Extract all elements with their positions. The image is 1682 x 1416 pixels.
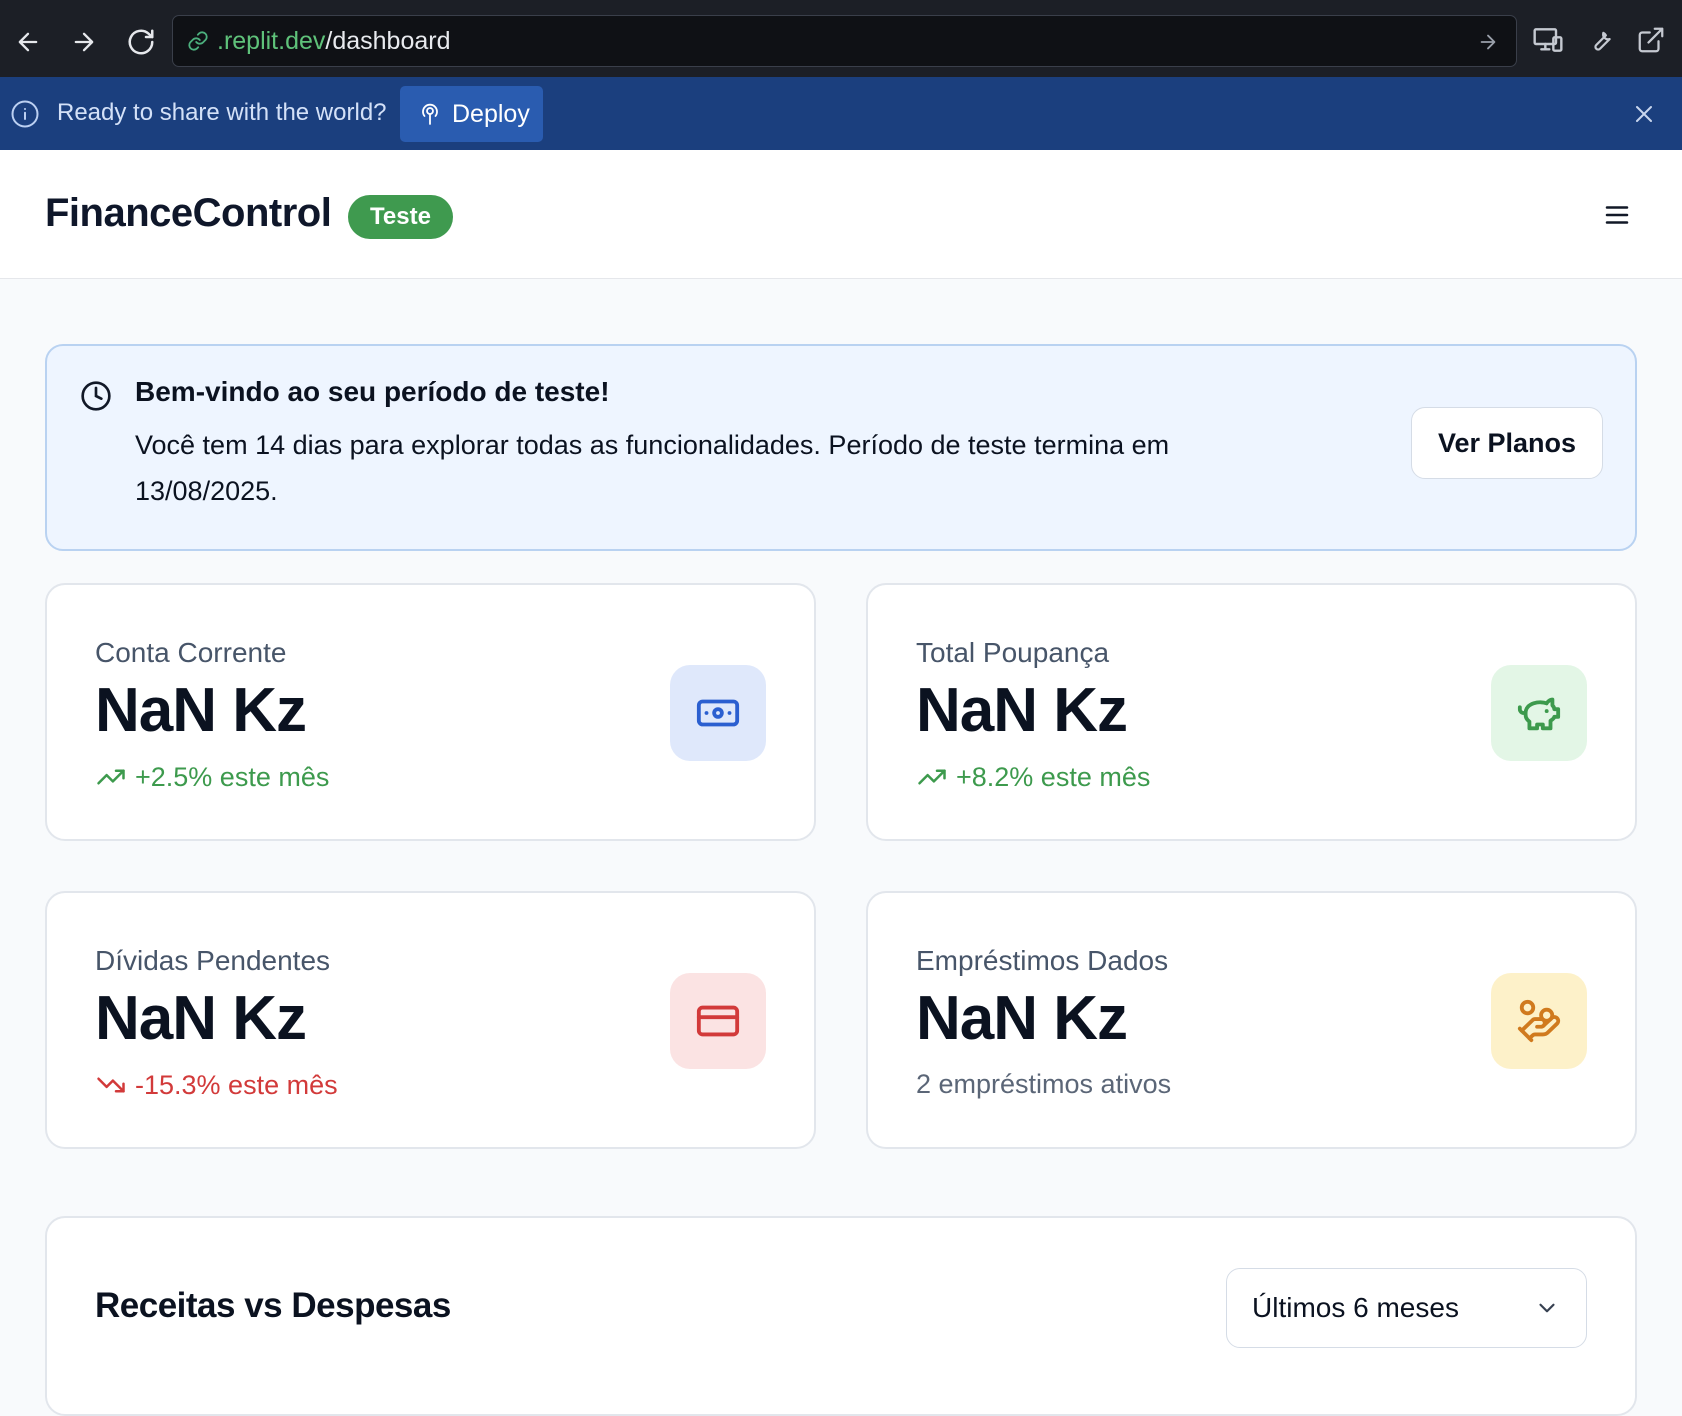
stat-label: Conta Corrente <box>95 637 287 668</box>
stat-trend: 2 empréstimos ativos <box>916 1069 1171 1100</box>
view-plans-button[interactable]: Ver Planos <box>1411 407 1603 479</box>
stat-trend: -15.3% este mês <box>95 1069 338 1101</box>
stat-trend-text: -15.3% este mês <box>135 1069 338 1100</box>
stat-value: NaN Kz <box>916 984 1128 1053</box>
external-link-icon <box>1638 27 1664 53</box>
menu-button[interactable] <box>1597 195 1637 235</box>
stat-card-checking: Conta Corrente NaN Kz +2.5% este mês <box>45 583 816 841</box>
forward-button[interactable] <box>64 22 104 62</box>
stat-value: NaN Kz <box>95 984 307 1053</box>
reload-icon <box>128 29 154 55</box>
trial-notice: Bem-vindo ao seu período de teste! Você … <box>45 344 1637 551</box>
stat-card-loans: Empréstimos Dados NaN Kz 2 empréstimos a… <box>866 891 1637 1149</box>
arrow-right-icon <box>74 32 94 52</box>
stat-label: Dívidas Pendentes <box>95 945 331 976</box>
hamburger-icon <box>1605 206 1629 224</box>
deploy-message: Ready to share with the world? <box>57 99 387 126</box>
info-icon <box>9 98 41 130</box>
deploy-banner: Ready to share with the world? Deploy <box>0 77 1682 150</box>
go-arrow-icon[interactable] <box>1474 28 1502 56</box>
deploy-icon <box>422 103 438 125</box>
chevron-down-icon <box>1532 1293 1562 1323</box>
trending-up-icon <box>95 761 127 793</box>
banknote-icon <box>670 665 766 761</box>
url-domain: .replit.dev <box>217 26 326 55</box>
stat-trend: +8.2% este mês <box>916 761 1150 793</box>
stat-label: Total Poupança <box>916 637 1110 668</box>
trial-badge: Teste <box>348 195 453 239</box>
trending-up-icon <box>916 761 948 793</box>
period-select-value: Últimos 6 meses <box>1252 1292 1459 1323</box>
stat-card-debts: Dívidas Pendentes NaN Kz -15.3% este mês <box>45 891 816 1149</box>
devices-button[interactable] <box>1528 20 1568 60</box>
open-new-tab-button[interactable] <box>1631 20 1671 60</box>
chart-title: Receitas vs Despesas <box>95 1286 451 1325</box>
trial-notice-body: Você tem 14 dias para explorar todas as … <box>135 430 1170 506</box>
back-button[interactable] <box>8 22 48 62</box>
address-bar[interactable]: .replit.dev/dashboard <box>172 15 1517 67</box>
devices-icon <box>1533 28 1563 52</box>
trending-down-icon <box>95 1069 127 1101</box>
stat-card-savings: Total Poupança NaN Kz +8.2% este mês <box>866 583 1637 841</box>
arrow-left-icon <box>18 32 38 52</box>
hand-coins-icon <box>1491 973 1587 1069</box>
devtools-button[interactable] <box>1580 20 1620 60</box>
stat-trend-text: 2 empréstimos ativos <box>916 1069 1172 1099</box>
clock-icon <box>79 379 113 413</box>
credit-card-icon <box>670 973 766 1069</box>
income-vs-expenses-card: Receitas vs Despesas Últimos 6 meses <box>45 1216 1637 1416</box>
url-path: /dashboard <box>325 26 451 55</box>
deploy-button-label: Deploy <box>452 99 530 128</box>
trial-notice-title: Bem-vindo ao seu período de teste! <box>135 376 610 407</box>
period-select[interactable]: Últimos 6 meses <box>1226 1268 1587 1348</box>
stat-trend-text: +8.2% este mês <box>956 761 1151 792</box>
link-icon <box>185 28 211 54</box>
wrench-icon <box>1594 31 1611 51</box>
reload-button[interactable] <box>121 22 161 62</box>
brand-logo[interactable]: FinanceControl <box>45 191 332 236</box>
stat-value: NaN Kz <box>916 676 1128 745</box>
deploy-button[interactable]: Deploy <box>400 86 543 142</box>
stat-value: NaN Kz <box>95 676 307 745</box>
app-header: FinanceControl Teste <box>0 150 1682 279</box>
browser-toolbar: .replit.dev/dashboard <box>0 0 1682 77</box>
close-icon[interactable] <box>1628 98 1660 130</box>
stat-trend: +2.5% este mês <box>95 761 329 793</box>
stat-label: Empréstimos Dados <box>916 945 1169 976</box>
stat-trend-text: +2.5% este mês <box>135 761 330 792</box>
piggy-bank-icon <box>1491 665 1587 761</box>
